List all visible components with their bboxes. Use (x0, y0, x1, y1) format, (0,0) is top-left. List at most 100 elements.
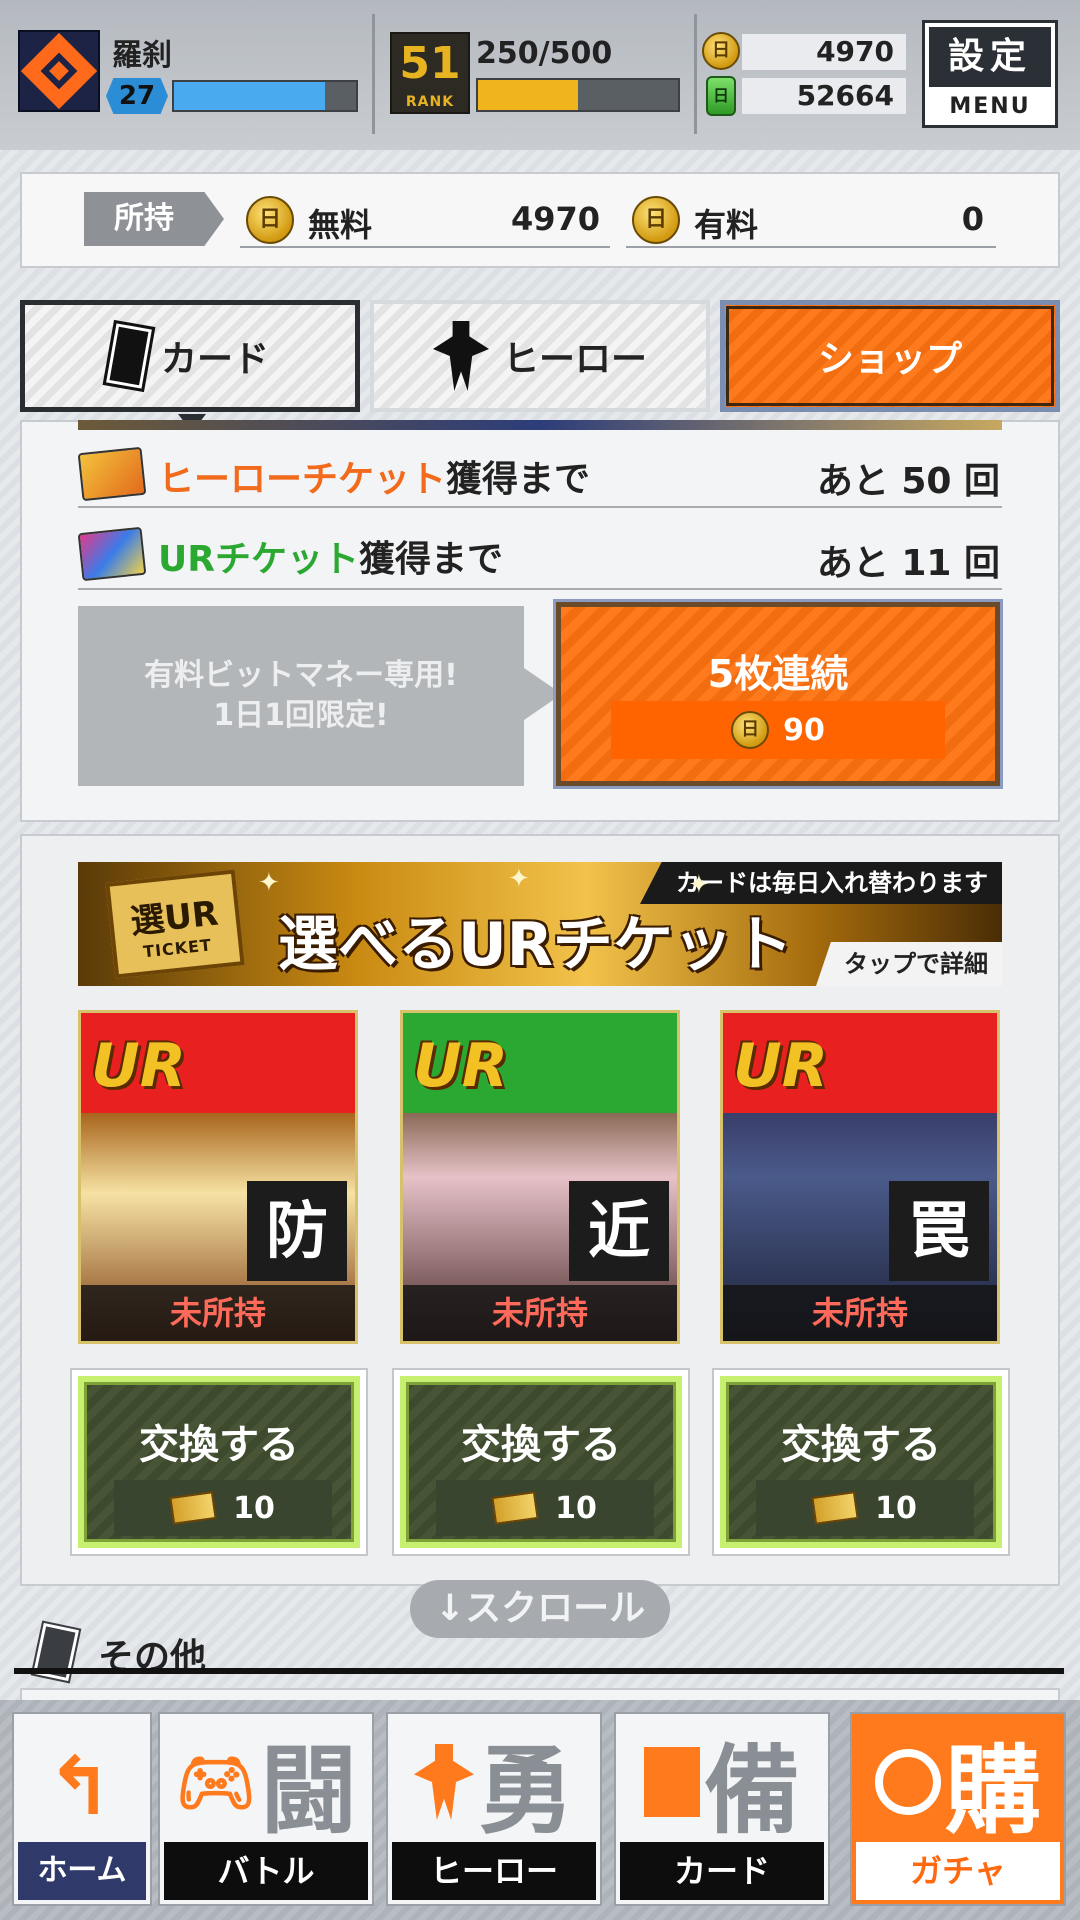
underline (626, 246, 996, 248)
hero-ticket-name: ヒーローチケット (158, 459, 447, 500)
rank-badge: 51 RANK (390, 32, 470, 114)
settings-menu-button[interactable]: 設定 MENU (922, 20, 1058, 128)
player-name: 羅刹 (112, 38, 172, 73)
underline (240, 246, 610, 248)
ur-card-defense[interactable]: UR 防 未所持 (78, 1010, 358, 1344)
free-coin-icon: 日 (246, 196, 294, 244)
owned-tag: 所持 (84, 192, 224, 246)
card-rarity: UR (91, 1031, 186, 1101)
ur-card-trap[interactable]: UR 罠 未所持 (720, 1010, 1000, 1344)
divider (694, 14, 697, 134)
tab-shop-label: ショップ (817, 339, 962, 380)
exchange-cost: 10 (756, 1480, 974, 1536)
divider (372, 14, 375, 134)
ur-ticket-name: URチケット (158, 539, 359, 580)
nav-battle-glyph: 🎮︎ 闘 (160, 1720, 372, 1847)
exchange-cost: 10 (114, 1480, 332, 1536)
nav-card-label: カード (620, 1842, 824, 1900)
sparkle-icon: ✦ (258, 868, 280, 898)
five-pull-title: 5枚連続 (707, 652, 849, 696)
offer-note-line2: 1日1回限定! (213, 698, 389, 733)
ur-ticket-badge: 選UR TICKET (105, 869, 245, 979)
nav-card-kanji: 備 (704, 1734, 800, 1847)
sparkle-icon: ✦ (508, 864, 530, 894)
ur-ticket-progress-text: URチケット獲得まで (158, 530, 503, 582)
five-pull-button[interactable]: 5枚連続 日 90 (553, 599, 1003, 789)
tab-card-label: カード (160, 339, 269, 380)
card-stack-icon (644, 1747, 700, 1817)
ur-ticket-icon (77, 526, 147, 582)
exchange-cost-value: 10 (233, 1490, 275, 1526)
exchange-button[interactable]: 交換する 10 (712, 1368, 1010, 1556)
gamepad-icon: 🎮︎ (175, 1745, 257, 1820)
return-arrow-icon: ↰ (46, 1740, 114, 1833)
banner-details-link[interactable]: タップで詳細 (816, 942, 1002, 986)
card-type: 防 (247, 1181, 347, 1281)
card-owned-status: 未所持 (403, 1285, 677, 1341)
nav-hero[interactable]: 勇 ヒーロー (386, 1712, 602, 1906)
tab-shop[interactable]: ショップ (720, 300, 1060, 412)
paid-coin-icon: 日 (632, 196, 680, 244)
nav-hero-kanji: 勇 (478, 1734, 574, 1847)
player-avatar[interactable] (18, 30, 100, 112)
divider (78, 506, 1002, 508)
card-icon (102, 320, 156, 392)
xp-text: 250/500 (476, 36, 613, 71)
tab-card[interactable]: カード (20, 300, 360, 412)
exchange-cost-value: 10 (555, 1490, 597, 1526)
paid-label: 有料 (694, 206, 759, 244)
hero-ticket-suffix: 獲得まで (446, 459, 591, 500)
nav-gacha-kanji: 購 (945, 1734, 1041, 1847)
exchange-button-label: 交換する (781, 1422, 941, 1468)
nav-battle-kanji: 闘 (260, 1734, 357, 1847)
ur-ticket-icon (811, 1491, 859, 1525)
card-rarity: UR (733, 1031, 828, 1101)
hero-ticket-progress-text: ヒーローチケット獲得まで (158, 450, 590, 502)
free-label: 無料 (308, 206, 373, 244)
exchange-cost: 10 (436, 1480, 654, 1536)
top-status-bar (0, 0, 1080, 150)
ur-ticket-remaining: あと 11 回 (816, 543, 1000, 584)
sparkle-icon: ✦ (688, 870, 710, 900)
hero-ticket-icon (77, 446, 147, 502)
banner-headline: 選べるURチケット (278, 910, 793, 980)
divider (78, 588, 1002, 590)
card-rarity: UR (413, 1031, 508, 1101)
ur-ticket-banner[interactable]: 選UR TICKET 選べるURチケット カードは毎日入れ替わります タップで詳… (78, 862, 1002, 986)
nav-battle[interactable]: 🎮︎ 闘 バトル (158, 1712, 374, 1906)
banner-strip (78, 420, 1002, 430)
stamina-bar (172, 80, 358, 112)
ur-ticket-icon (169, 1491, 217, 1525)
nav-gacha[interactable]: 購 ガチャ (850, 1712, 1066, 1906)
hero-ticket-remaining: あと 50 回 (816, 461, 1000, 502)
coin-balance: 4970 (742, 34, 906, 70)
exchange-cost-value: 10 (875, 1490, 917, 1526)
ur-card-melee[interactable]: UR 近 未所持 (400, 1010, 680, 1344)
tab-hero-label: ヒーロー (502, 339, 647, 380)
exchange-button[interactable]: 交換する 10 (70, 1368, 368, 1556)
coin-icon: 日 (702, 32, 740, 70)
nav-battle-label: バトル (164, 1842, 368, 1900)
paid-value: 0 (961, 200, 984, 238)
nav-hero-label: ヒーロー (392, 1842, 596, 1900)
card-owned-status: 未所持 (81, 1285, 355, 1341)
nav-home[interactable]: ↰ ホーム (12, 1712, 152, 1906)
offer-note-line1: 有料ビットマネー専用! (144, 658, 458, 693)
exchange-button[interactable]: 交換する 10 (392, 1368, 690, 1556)
nav-card-glyph: 備 (616, 1720, 828, 1847)
hero-icon (414, 1744, 474, 1820)
card-owned-status: 未所持 (723, 1285, 997, 1341)
exchange-button-label: 交換する (139, 1422, 299, 1468)
five-pull-price-value: 90 (783, 712, 825, 748)
nav-gacha-label: ガチャ (856, 1842, 1060, 1900)
free-value: 4970 (510, 200, 600, 238)
gem-balance: 52664 (742, 78, 906, 114)
nav-card[interactable]: 備 カード (614, 1712, 830, 1906)
xp-bar (476, 78, 680, 112)
level-badge: 27 (106, 78, 168, 114)
hero-icon (432, 321, 489, 391)
tab-hero[interactable]: ヒーロー (370, 300, 710, 412)
coin-icon: 日 (731, 711, 770, 749)
gacha-capsule-icon (875, 1749, 941, 1815)
scroll-hint[interactable]: ↓スクロール (410, 1580, 670, 1638)
